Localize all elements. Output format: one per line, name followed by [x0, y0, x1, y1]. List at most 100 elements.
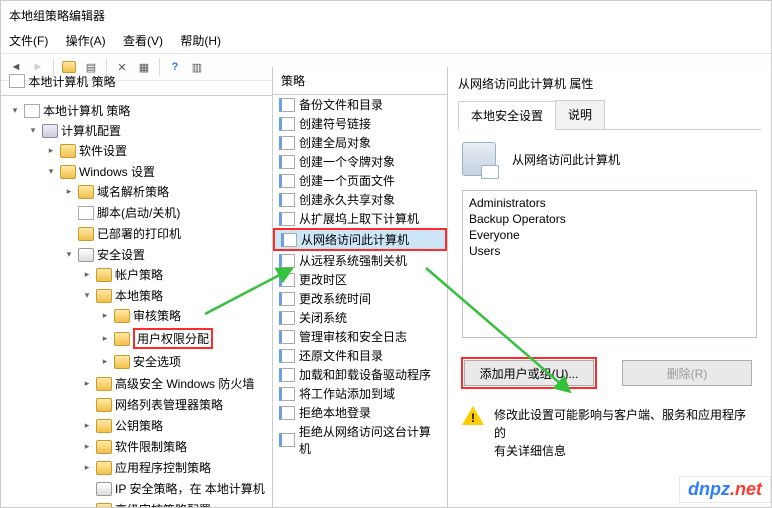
policy-label: 管理审核和安全日志 [299, 328, 407, 345]
add-user-group-button[interactable]: 添加用户或组(U)... [464, 360, 594, 386]
policy-item[interactable]: 拒绝从网络访问这台计算机 [273, 422, 447, 458]
policy-icon [279, 254, 295, 268]
policy-icon [279, 155, 295, 169]
policy-label: 更改时区 [299, 271, 347, 288]
tree-public-key[interactable]: ▸公钥策略 [79, 416, 272, 435]
warning-text: 修改此设置可能影响与客户端、服务和应用程序的 有关详细信息 [494, 406, 757, 460]
policy-item[interactable]: 更改系统时间 [273, 289, 447, 308]
tree-network-list[interactable]: ▸网络列表管理器策略 [79, 395, 272, 414]
policy-label: 加载和卸载设备驱动程序 [299, 366, 431, 383]
tree-name-resolution[interactable]: ▸域名解析策略 [61, 182, 272, 201]
tree-software-restrict[interactable]: ▸软件限制策略 [79, 437, 272, 456]
policy-item[interactable]: 创建一个页面文件 [273, 171, 447, 190]
tree-local-policies[interactable]: ▾本地策略 [79, 286, 272, 305]
policy-list-header-row: 策略 [273, 67, 447, 95]
policy-list-pane: 策略 备份文件和目录创建符号链接创建全局对象创建一个令牌对象创建一个页面文件创建… [273, 67, 448, 507]
tab-explain[interactable]: 说明 [555, 100, 605, 129]
policy-label: 创建全局对象 [299, 134, 371, 151]
tree-audit-policy[interactable]: ▸审核策略 [97, 306, 272, 325]
members-listbox[interactable]: AdministratorsBackup OperatorsEveryoneUs… [462, 190, 757, 338]
policy-item[interactable]: 拒绝本地登录 [273, 403, 447, 422]
policy-list-header[interactable]: 策略 [281, 74, 305, 88]
policy-icon [279, 212, 295, 226]
policy-icon [279, 98, 295, 112]
policy-list[interactable]: 备份文件和目录创建符号链接创建全局对象创建一个令牌对象创建一个页面文件创建永久共… [273, 95, 447, 458]
policy-icon [279, 273, 295, 287]
policy-icon [279, 406, 295, 420]
policy-item[interactable]: 将工作站添加到域 [273, 384, 447, 403]
window-title: 本地组策略编辑器 [1, 1, 771, 28]
policy-icon [279, 330, 295, 344]
tree-software-settings[interactable]: ▸软件设置 [43, 141, 272, 160]
properties-heading: 从网络访问此计算机 [512, 151, 620, 168]
menu-action[interactable]: 操作(A) [62, 30, 116, 51]
tree-deployed-printers[interactable]: ▸已部署的打印机 [61, 224, 272, 243]
tree-header: 本地计算机 策略 [1, 67, 272, 96]
policy-label: 备份文件和目录 [299, 96, 383, 113]
policy-item[interactable]: 管理审核和安全日志 [273, 327, 447, 346]
policy-label: 从扩展坞上取下计算机 [299, 210, 419, 227]
menu-view[interactable]: 查看(V) [119, 30, 173, 51]
member-item[interactable]: Users [469, 243, 750, 259]
policy-icon [279, 368, 295, 382]
watermark: dnpz.net [679, 476, 771, 503]
policy-icon [279, 136, 295, 150]
policy-item[interactable]: 还原文件和目录 [273, 346, 447, 365]
policy-item[interactable]: 关闭系统 [273, 308, 447, 327]
policy-item[interactable]: 加载和卸载设备驱动程序 [273, 365, 447, 384]
policy-item[interactable]: 创建永久共享对象 [273, 190, 447, 209]
policy-item[interactable]: 创建一个令牌对象 [273, 152, 447, 171]
policy-item[interactable]: 更改时区 [273, 270, 447, 289]
tree-app-control[interactable]: ▸应用程序控制策略 [79, 458, 272, 477]
policy-label: 更改系统时间 [299, 290, 371, 307]
tree-pane: 本地计算机 策略 ▾ 本地计算机 策略 ▾ 计算机配置 [1, 67, 273, 507]
policy-item[interactable]: 从远程系统强制关机 [273, 251, 447, 270]
policy-label: 还原文件和目录 [299, 347, 383, 364]
member-item[interactable]: Administrators [469, 195, 750, 211]
policy-item[interactable]: 创建全局对象 [273, 133, 447, 152]
policy-item[interactable]: 从网络访问此计算机 [273, 228, 447, 251]
policy-label: 创建符号链接 [299, 115, 371, 132]
tab-local-security[interactable]: 本地安全设置 [458, 101, 556, 130]
properties-pane: 从网络访问此计算机 属性 本地安全设置 说明 从网络访问此计算机 Adminis… [448, 67, 771, 507]
remove-button[interactable]: 删除(R) [622, 360, 752, 386]
tree-security-settings[interactable]: ▾安全设置 [61, 245, 272, 264]
policy-item[interactable]: 从扩展坞上取下计算机 [273, 209, 447, 228]
tree-computer-config[interactable]: ▾ 计算机配置 [25, 121, 272, 140]
tree-root[interactable]: ▾ 本地计算机 策略 [7, 101, 272, 120]
policy-label: 拒绝本地登录 [299, 404, 371, 421]
server-icon [462, 142, 496, 176]
tree-user-rights[interactable]: ▸用户权限分配 [97, 327, 272, 350]
policy-icon [279, 349, 295, 363]
policy-icon [279, 433, 295, 447]
tree-account-policies[interactable]: ▸帐户策略 [79, 265, 272, 284]
policy-label: 拒绝从网络访问这台计算机 [299, 423, 441, 457]
properties-tabs: 本地安全设置 说明 [458, 100, 761, 130]
policy-item[interactable]: 创建符号链接 [273, 114, 447, 133]
tree-windows-settings[interactable]: ▾Windows 设置 [43, 162, 272, 181]
policy-icon [279, 193, 295, 207]
policy-icon [281, 233, 297, 247]
policy-label: 从网络访问此计算机 [301, 231, 409, 248]
warning-icon [462, 406, 484, 426]
policy-icon [279, 292, 295, 306]
policy-icon [279, 174, 295, 188]
tree-scripts[interactable]: ▸脚本(启动/关机) [61, 203, 272, 222]
policy-label: 创建一个页面文件 [299, 172, 395, 189]
member-item[interactable]: Backup Operators [469, 211, 750, 227]
tree-adv-firewall[interactable]: ▸高级安全 Windows 防火墙 [79, 374, 272, 393]
menubar: 文件(F) 操作(A) 查看(V) 帮助(H) [1, 28, 771, 53]
tree-ipsec[interactable]: ▸IP 安全策略，在 本地计算机 [79, 479, 272, 498]
menu-help[interactable]: 帮助(H) [176, 30, 231, 51]
properties-title: 从网络访问此计算机 属性 [448, 67, 771, 100]
member-item[interactable]: Everyone [469, 227, 750, 243]
policy-label: 从远程系统强制关机 [299, 252, 407, 269]
policy-icon [279, 311, 295, 325]
policy-label: 关闭系统 [299, 309, 347, 326]
policy-label: 将工作站添加到域 [299, 385, 395, 402]
tree-adv-audit[interactable]: ▸高级审核策略配置 [79, 500, 272, 507]
policy-item[interactable]: 备份文件和目录 [273, 95, 447, 114]
policy-icon [279, 387, 295, 401]
tree-security-options[interactable]: ▸安全选项 [97, 352, 272, 371]
menu-file[interactable]: 文件(F) [5, 30, 58, 51]
